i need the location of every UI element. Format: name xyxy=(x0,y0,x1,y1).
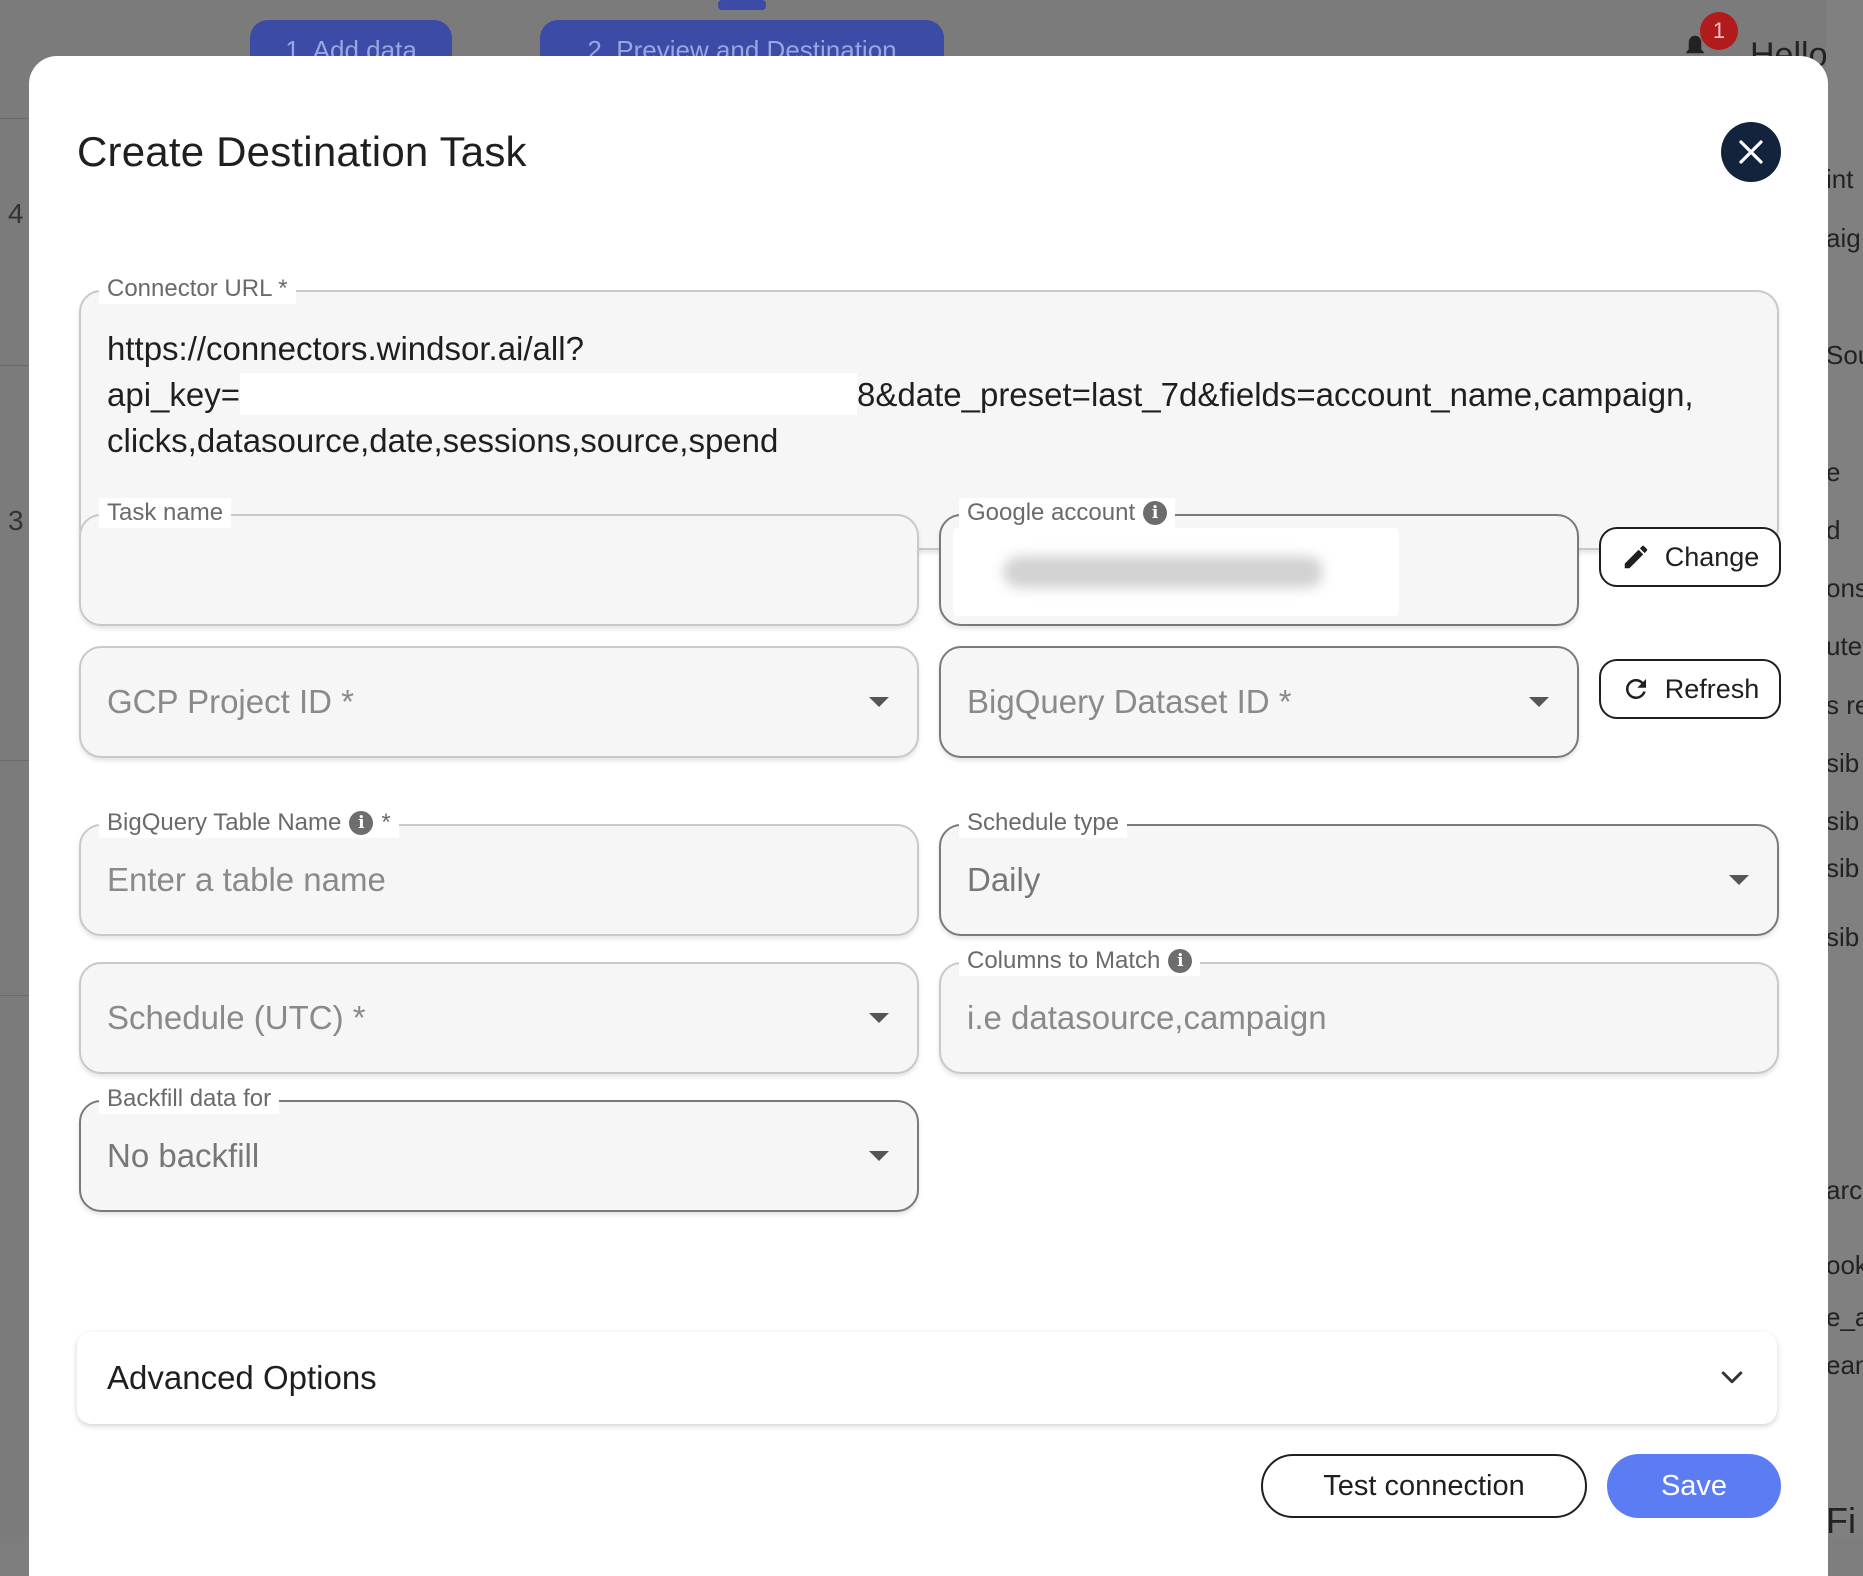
row-number: 3 xyxy=(8,505,24,536)
task-name-field[interactable]: Task name xyxy=(79,498,919,626)
backfill-select[interactable]: Backfill data for No backfill xyxy=(79,1084,919,1212)
info-icon[interactable]: i xyxy=(349,811,374,835)
divider xyxy=(0,365,30,366)
refresh-icon xyxy=(1625,679,1646,699)
bg-snippet: s re xyxy=(1826,690,1863,720)
backfill-label: Backfill data for xyxy=(99,1084,280,1114)
connector-url-line2-start: api_key= xyxy=(107,376,241,413)
columns-to-match-label-text: Columns to Match xyxy=(967,947,1161,974)
bg-snippet: Fi xyxy=(1826,1500,1856,1541)
schedule-utc-placeholder: Schedule (UTC) * xyxy=(107,999,366,1036)
google-account-field[interactable]: Google account i xyxy=(939,498,1579,626)
bigquery-table-name-field[interactable]: BigQuery Table Name i * Enter a table na… xyxy=(79,808,919,936)
columns-to-match-label: Columns to Match i xyxy=(959,946,1201,976)
test-connection-button[interactable]: Test connection xyxy=(1261,1454,1587,1518)
schedule-type-select[interactable]: Schedule type Daily xyxy=(939,808,1779,936)
dropdown-arrow-icon xyxy=(869,1013,889,1023)
connector-url-line1: https://connectors.windsor.ai/all? xyxy=(107,330,584,367)
pencil-icon xyxy=(1624,545,1647,569)
columns-to-match-placeholder: i.e datasource,campaign xyxy=(967,999,1327,1036)
bg-snippet: Sou xyxy=(1826,340,1863,370)
advanced-options-accordion[interactable]: Advanced Options xyxy=(77,1332,1777,1424)
refresh-button[interactable]: Refresh xyxy=(1599,659,1781,719)
connector-url-line3: clicks,datasource,date,sessions,source,s… xyxy=(107,422,779,459)
notification-badge: 1 xyxy=(1700,12,1738,50)
divider xyxy=(0,760,30,761)
create-destination-modal: Create Destination Task Connector URL * … xyxy=(29,56,1828,1576)
dropdown-arrow-icon xyxy=(869,697,889,707)
google-account-label: Google account i xyxy=(959,498,1176,528)
advanced-options-label: Advanced Options xyxy=(107,1359,377,1396)
bg-snippet: sib xyxy=(1826,922,1860,952)
info-icon[interactable]: i xyxy=(1168,949,1193,973)
bg-snippet: ons xyxy=(1826,573,1863,603)
bg-snippet: ook xyxy=(1826,1250,1863,1280)
schedule-type-label-text: Schedule type xyxy=(967,809,1120,836)
schedule-type-value: Daily xyxy=(967,861,1041,898)
bg-snippet: arc xyxy=(1826,1175,1863,1205)
progress-indicator xyxy=(718,0,766,10)
backfill-label-text: Backfill data for xyxy=(107,1085,272,1112)
divider xyxy=(0,118,30,119)
divider xyxy=(0,995,30,996)
google-account-label-text: Google account xyxy=(967,499,1136,526)
connector-url-label: Connector URL * xyxy=(99,274,296,304)
bg-snippet: ean xyxy=(1826,1350,1863,1380)
bigquery-dataset-placeholder: BigQuery Dataset ID * xyxy=(967,683,1292,720)
connector-url-line2: api_key= 8&date_preset=last_7d&fields=acc… xyxy=(107,372,1753,418)
connector-url-value[interactable]: https://connectors.windsor.ai/all? api_k… xyxy=(107,326,1753,464)
schedule-utc-select[interactable]: Schedule (UTC) * xyxy=(79,962,919,1074)
connector-url-line2-end: 8&date_preset=last_7d&fields=account_nam… xyxy=(857,376,1694,413)
redacted-api-key xyxy=(240,373,858,416)
save-button[interactable]: Save xyxy=(1607,1454,1781,1518)
change-button-label: Change xyxy=(1664,541,1760,572)
refresh-button-label: Refresh xyxy=(1664,673,1760,704)
schedule-type-label: Schedule type xyxy=(959,808,1128,838)
dropdown-arrow-icon xyxy=(1529,697,1549,707)
bg-snippet: d xyxy=(1826,515,1841,545)
bg-snippet: e xyxy=(1826,457,1841,487)
required-asterisk: * xyxy=(381,809,391,836)
modal-title: Create Destination Task xyxy=(77,128,527,175)
bigquery-dataset-select[interactable]: BigQuery Dataset ID * xyxy=(939,646,1579,758)
task-name-label-text: Task name xyxy=(107,499,224,526)
task-name-label: Task name xyxy=(99,498,232,528)
gcp-project-placeholder: GCP Project ID * xyxy=(107,683,354,720)
row-number: 4 xyxy=(8,198,24,229)
connector-url-field[interactable]: Connector URL * https://connectors.winds… xyxy=(79,274,1779,550)
connector-url-label-text: Connector URL * xyxy=(107,275,288,302)
bg-snippet: sib xyxy=(1826,853,1860,883)
bg-snippet: e_a xyxy=(1826,1302,1863,1332)
dropdown-arrow-icon xyxy=(869,1151,889,1161)
bg-snippet: sib xyxy=(1826,806,1860,836)
bg-snippet: int xyxy=(1826,164,1854,194)
chevron-down-icon xyxy=(1721,1371,1743,1384)
bg-snippet: sib xyxy=(1826,748,1860,778)
backfill-value: No backfill xyxy=(107,1137,260,1174)
bg-snippet: aig xyxy=(1826,223,1861,253)
columns-to-match-field[interactable]: Columns to Match i i.e datasource,campai… xyxy=(939,946,1779,1074)
close-button[interactable] xyxy=(1721,122,1781,182)
bigquery-table-name-label-text: BigQuery Table Name xyxy=(107,809,342,836)
redacted-account xyxy=(953,528,1399,616)
close-icon xyxy=(1739,140,1763,164)
bigquery-table-name-placeholder: Enter a table name xyxy=(107,861,386,898)
bigquery-table-name-label: BigQuery Table Name i * xyxy=(99,808,399,838)
info-icon[interactable]: i xyxy=(1143,501,1168,525)
dropdown-arrow-icon xyxy=(1729,875,1749,885)
gcp-project-select[interactable]: GCP Project ID * xyxy=(79,646,919,758)
bg-snippet: ute xyxy=(1826,631,1863,661)
blurred-account-name xyxy=(1003,556,1323,588)
change-button[interactable]: Change xyxy=(1599,527,1781,587)
